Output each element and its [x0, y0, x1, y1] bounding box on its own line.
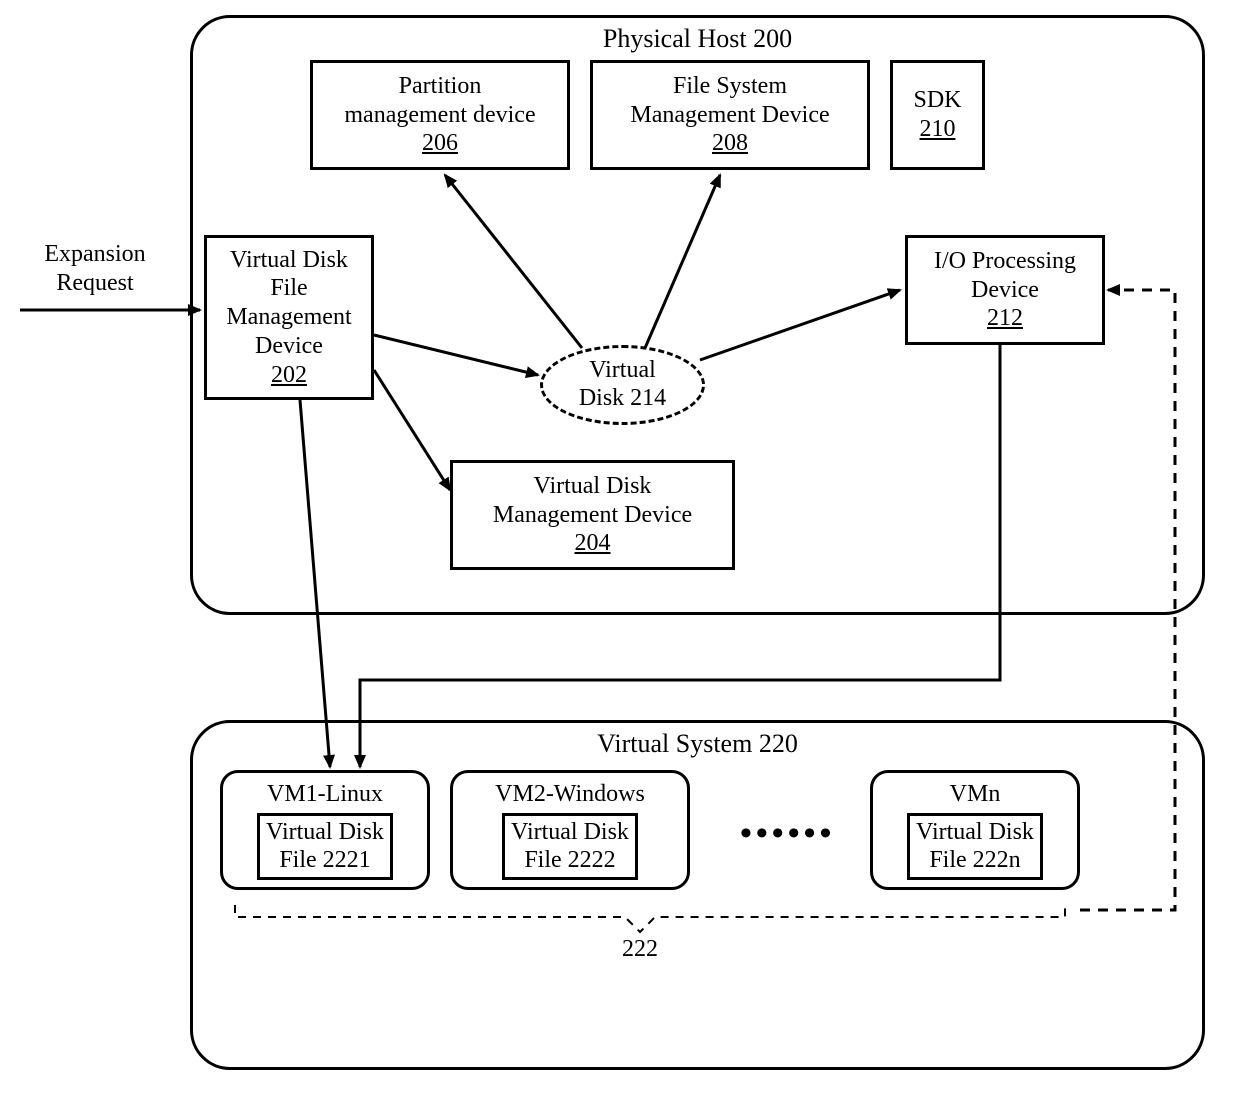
vm2-file: Virtual DiskFile 2222	[511, 818, 629, 876]
vdfm-num: 202	[271, 361, 307, 390]
io-box: I/O ProcessingDevice 212	[905, 235, 1105, 345]
io-label: I/O ProcessingDevice	[934, 247, 1076, 305]
virtual-system-title: Virtual System 220	[193, 729, 1202, 759]
vdm-box: Virtual DiskManagement Device 204	[450, 460, 735, 570]
sdk-label: SDK	[913, 86, 961, 115]
sdk-box: SDK 210	[890, 60, 985, 170]
vm1-name: VM1-Linux	[267, 780, 383, 809]
filesystem-label: File SystemManagement Device	[630, 72, 829, 130]
vm1-box: VM1-Linux Virtual DiskFile 2221	[220, 770, 430, 890]
vmn-file-box: Virtual DiskFile 222n	[907, 813, 1043, 881]
virtual-disk-ellipse: VirtualDisk 214	[540, 345, 705, 425]
partition-num: 206	[422, 129, 458, 158]
ellipsis-icon: ••••••	[740, 815, 835, 853]
partition-management-box: Partitionmanagement device 206	[310, 60, 570, 170]
vdfm-box: Virtual DiskFileManagementDevice 202	[204, 235, 374, 400]
group-222-text: 222	[622, 936, 658, 962]
vm1-file-box: Virtual DiskFile 2221	[257, 813, 393, 881]
group-222-label: 222	[610, 935, 670, 964]
sdk-num: 210	[920, 115, 956, 144]
vm2-file-box: Virtual DiskFile 2222	[502, 813, 638, 881]
filesystem-num: 208	[712, 129, 748, 158]
vm1-file: Virtual DiskFile 2221	[266, 818, 384, 876]
expansion-request-text: ExpansionRequest	[44, 241, 145, 296]
vmn-name: VMn	[950, 780, 1001, 809]
vmn-file: Virtual DiskFile 222n	[916, 818, 1034, 876]
vm2-name: VM2-Windows	[495, 780, 645, 809]
io-num: 212	[987, 304, 1023, 333]
physical-host-title: Physical Host 200	[193, 24, 1202, 54]
vmn-box: VMn Virtual DiskFile 222n	[870, 770, 1080, 890]
filesystem-management-box: File SystemManagement Device 208	[590, 60, 870, 170]
partition-label: Partitionmanagement device	[344, 72, 535, 130]
vm2-box: VM2-Windows Virtual DiskFile 2222	[450, 770, 690, 890]
virtual-disk-label: VirtualDisk 214	[579, 357, 666, 412]
vdm-num: 204	[575, 529, 611, 558]
vdm-label: Virtual DiskManagement Device	[493, 472, 692, 530]
vdfm-label: Virtual DiskFileManagementDevice	[226, 246, 351, 361]
expansion-request-label: ExpansionRequest	[10, 240, 180, 298]
